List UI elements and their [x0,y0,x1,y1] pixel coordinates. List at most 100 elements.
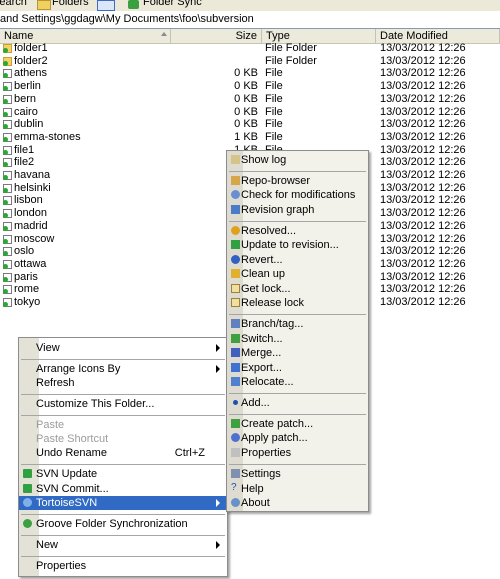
check-modifications-icon [231,190,240,199]
svn-status-ok-icon [3,302,8,307]
svn-status-ok-icon [3,239,8,244]
file-versioned-icon [3,82,12,91]
menu-item-groove-sync[interactable]: Groove Folder Synchronization [19,517,227,531]
unlock-icon [231,298,240,307]
menu-item-resolved[interactable]: Resolved... [227,224,368,238]
menu-separator [229,221,366,222]
file-versioned-icon [3,133,12,142]
svn-status-ok-icon [3,124,8,129]
file-type: File [265,67,283,79]
menu-item-repo-browser[interactable]: Repo-browser [227,174,368,188]
svn-status-ok-icon [3,251,8,256]
menu-item-paste-shortcut[interactable]: Paste Shortcut [19,432,227,446]
menu-item-merge[interactable]: Merge... [227,346,368,360]
menu-item-svn-commit[interactable]: SVN Commit... [19,482,227,496]
address-bar[interactable]: and Settings\ggdagw\My Documents\foo\sub… [0,11,500,29]
menu-item-undo-rename[interactable]: Undo Rename Ctrl+Z [19,446,227,460]
svn-status-ok-icon [3,112,8,117]
about-icon [231,498,240,507]
views-icon[interactable] [97,0,115,11]
file-date-modified: 13/03/2012 12:26 [380,245,466,257]
file-date-modified: 13/03/2012 12:26 [380,220,466,232]
lock-icon [231,284,240,293]
file-row[interactable]: dublin 0 KB File 13/03/2012 12:26 [0,118,500,131]
svn-status-ok-icon [3,73,8,78]
folders-button[interactable]: Folders [52,0,89,8]
file-type: File [265,93,283,105]
menu-item-properties-svn[interactable]: Properties [227,446,368,460]
menu-item-apply-patch[interactable]: Apply patch... [227,431,368,445]
svn-status-ok-icon [3,289,8,294]
file-row[interactable]: bern 0 KB File 13/03/2012 12:26 [0,93,500,106]
menu-separator [229,314,366,315]
menu-item-branch-tag[interactable]: Branch/tag... [227,317,368,331]
menu-item-export[interactable]: Export... [227,361,368,375]
revert-icon [231,255,240,264]
menu-item-release-lock[interactable]: Release lock [227,296,368,310]
file-name: berlin [14,80,41,92]
menu-item-relocate[interactable]: Relocate... [227,375,368,389]
export-icon [231,363,240,372]
folder-sync-button[interactable]: Folder Sync [143,0,202,8]
menu-item-refresh[interactable]: Refresh [19,376,227,390]
menu-item-properties[interactable]: Properties [19,559,227,573]
file-versioned-icon [3,184,12,193]
file-name: havana [14,169,51,181]
svn-status-ok-icon [3,226,8,231]
file-size: 0 KB [234,67,258,79]
menu-item-update-to-revision[interactable]: Update to revision... [227,238,368,252]
menu-item-revert[interactable]: Revert... [227,253,368,267]
menu-item-switch[interactable]: Switch... [227,332,368,346]
file-row[interactable]: berlin 0 KB File 13/03/2012 12:26 [0,80,500,93]
menu-item-arrange-icons[interactable]: Arrange Icons By [19,362,227,376]
file-name: bern [14,93,37,105]
file-versioned-icon [3,146,12,155]
menu-item-clean-up[interactable]: Clean up [227,267,368,281]
menu-item-check-modifications[interactable]: Check for modifications [227,188,368,202]
file-versioned-icon [3,171,12,180]
column-date-modified[interactable]: Date Modified [376,29,500,43]
menu-item-settings[interactable]: Settings [227,467,368,481]
menu-item-get-lock[interactable]: Get lock... [227,282,368,296]
column-type[interactable]: Type [262,29,376,43]
context-menu: View Arrange Icons By Refresh Customize … [18,337,228,577]
file-name: emma-stones [14,131,81,143]
file-row[interactable]: athens 0 KB File 13/03/2012 12:26 [0,67,500,80]
file-date-modified: 13/03/2012 12:26 [380,156,466,168]
relocate-icon [231,377,240,386]
svn-status-ok-icon [3,48,8,53]
column-name[interactable]: Name [0,29,171,43]
help-icon: ? [231,482,237,493]
svn-update-icon [23,469,32,478]
clean-up-icon [231,269,240,278]
menu-item-paste[interactable]: Paste [19,418,227,432]
svn-status-ok-icon [3,175,8,180]
menu-item-revision-graph[interactable]: Revision graph [227,203,368,217]
file-date-modified: 13/03/2012 12:26 [380,207,466,219]
menu-item-svn-update[interactable]: SVN Update [19,467,227,481]
file-type: File [265,118,283,130]
file-date-modified: 13/03/2012 12:26 [380,296,466,308]
svn-status-ok-icon [3,277,8,282]
file-row[interactable]: folder1 File Folder 13/03/2012 12:26 [0,42,500,55]
folder-versioned-icon [3,44,12,53]
menu-item-view[interactable]: View [19,341,227,355]
tortoisesvn-icon [23,498,32,507]
menu-item-tortoisesvn[interactable]: TortoiseSVN [19,496,227,510]
menu-item-add[interactable]: Add... [227,396,368,410]
properties-icon [231,448,240,457]
menu-item-about[interactable]: About [227,496,368,510]
file-versioned-icon [3,260,12,269]
file-row[interactable]: emma-stones 1 KB File 13/03/2012 12:26 [0,131,500,144]
menu-item-help[interactable]: ? Help [227,482,368,496]
menu-item-new[interactable]: New [19,538,227,552]
submenu-arrow-icon [216,541,220,549]
menu-item-customize-folder[interactable]: Customize This Folder... [19,397,227,411]
column-size[interactable]: Size [171,29,262,43]
menu-item-create-patch[interactable]: Create patch... [227,417,368,431]
search-button[interactable]: Search [0,0,27,8]
menu-item-show-log[interactable]: Show log [227,153,368,167]
svn-status-ok-icon [3,188,8,193]
file-versioned-icon [3,95,12,104]
file-name: tokyo [14,296,41,308]
